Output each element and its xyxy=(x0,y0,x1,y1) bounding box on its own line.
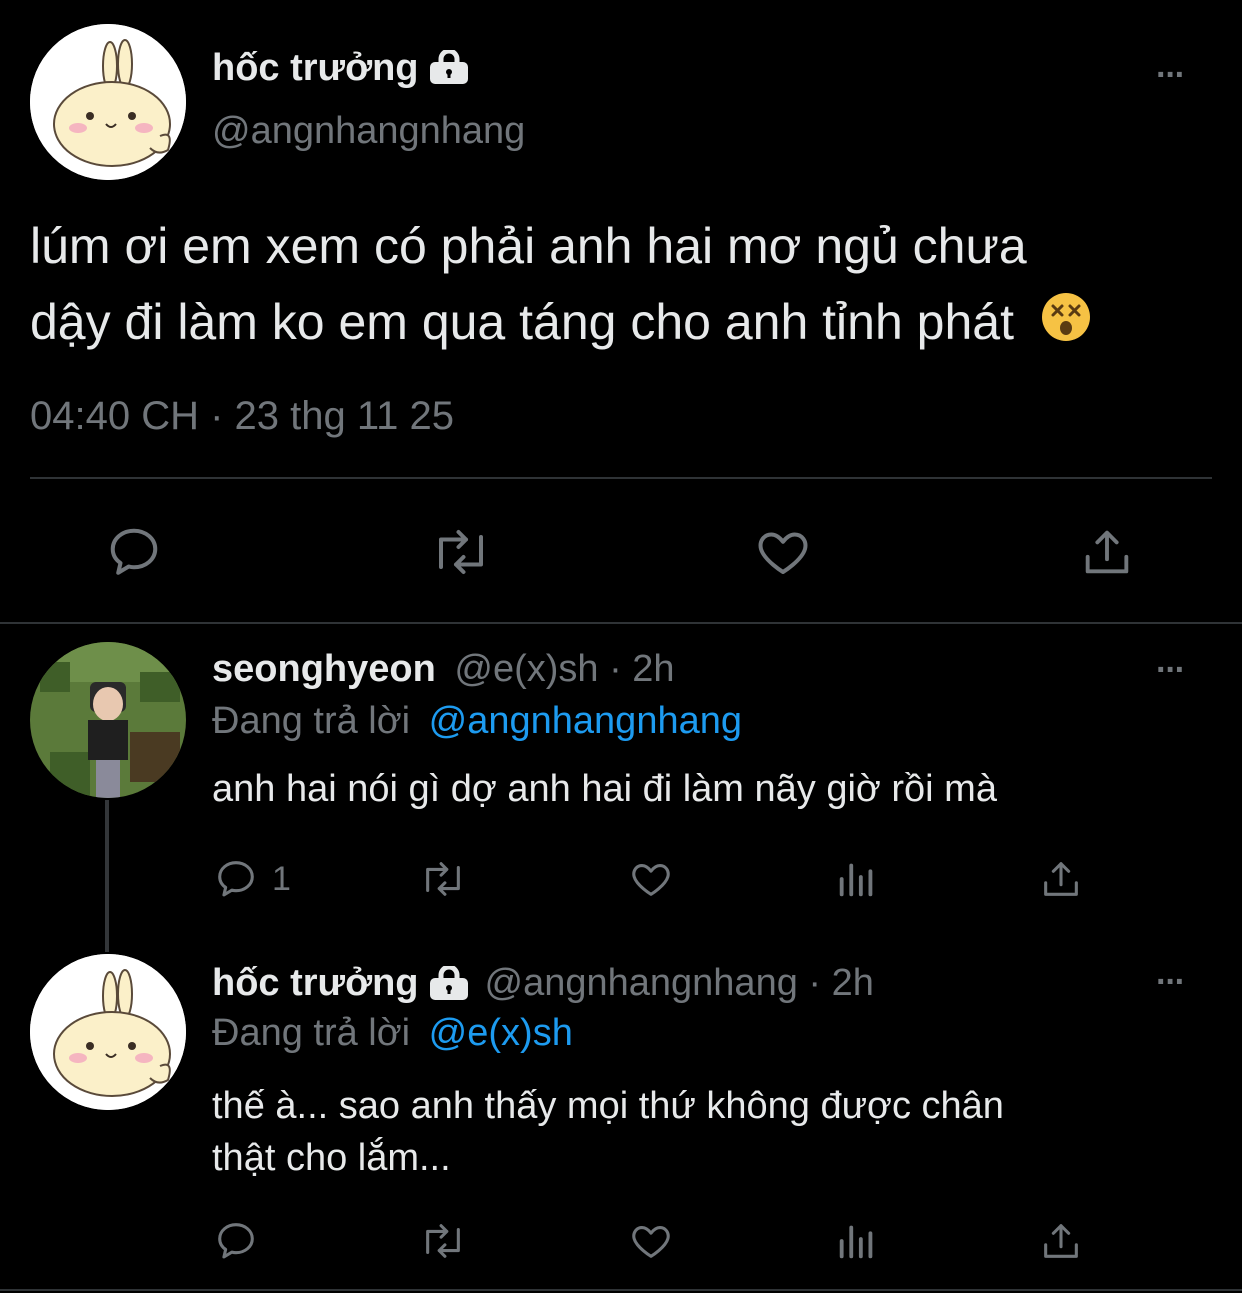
share-icon[interactable] xyxy=(1078,522,1136,582)
retweet-icon[interactable] xyxy=(416,856,470,902)
more-options-button[interactable]: ··· xyxy=(1156,56,1186,95)
reply-icon[interactable]: 1 xyxy=(212,856,291,902)
bottom-divider xyxy=(0,1289,1242,1291)
like-icon[interactable] xyxy=(626,1218,676,1264)
mention-link[interactable]: @e(x)sh xyxy=(429,1012,573,1054)
mention-link[interactable]: @angnhangnhang xyxy=(429,700,742,742)
reply-text-line-1: thế à... sao anh thấy mọi thứ không được… xyxy=(212,1085,1004,1127)
retweet-icon[interactable] xyxy=(416,1218,470,1264)
reply-header: seonghyeon @e(x)sh · 2h xyxy=(212,648,675,691)
section-divider xyxy=(0,622,1242,624)
lock-icon xyxy=(429,50,469,86)
handle[interactable]: @angnhangnhang xyxy=(212,110,525,153)
reply-icon[interactable] xyxy=(212,1218,260,1264)
tweet-text-line-2: dậy đi làm ko em qua táng cho anh tỉnh p… xyxy=(30,284,1230,364)
reply-text: thế à... sao anh thấy mọi thứ không được… xyxy=(212,1080,1004,1184)
bunny-avatar-icon xyxy=(30,954,186,1110)
avatar[interactable] xyxy=(30,642,186,798)
reply-icon[interactable] xyxy=(104,522,164,582)
reply-text-line-2: thật cho lắm... xyxy=(212,1137,451,1179)
reply-text: anh hai nói gì dợ anh hai đi làm nãy giờ… xyxy=(212,768,997,810)
views-icon[interactable] xyxy=(834,1218,880,1264)
more-options-button[interactable]: ··· xyxy=(1156,963,1186,1002)
reply-count: 1 xyxy=(272,859,291,898)
timestamp[interactable]: 04:40 CH · 23 thg 11 25 xyxy=(30,394,454,439)
reply-header: hốc trưởng @angnhangnhang · 2h xyxy=(212,962,874,1005)
lock-icon xyxy=(429,965,469,1002)
tweet-text-line-2-text: dậy đi làm ko em qua táng cho anh tỉnh p… xyxy=(30,294,1014,350)
display-name[interactable]: seonghyeon xyxy=(212,648,436,690)
retweet-icon[interactable] xyxy=(428,522,494,582)
display-name[interactable]: hốc trưởng xyxy=(212,47,419,90)
display-name[interactable]: hốc trưởng xyxy=(212,962,419,1005)
replying-prefix: Đang trả lời xyxy=(212,1012,411,1054)
views-icon[interactable] xyxy=(834,856,880,902)
like-icon[interactable] xyxy=(626,856,676,902)
dizzy-face-emoji-icon xyxy=(1040,288,1092,364)
bunny-avatar-icon xyxy=(30,24,186,180)
handle-time[interactable]: @angnhangnhang · 2h xyxy=(485,962,874,1005)
avatar[interactable] xyxy=(30,954,186,1110)
replying-prefix: Đang trả lời xyxy=(212,700,411,742)
replying-to: Đang trả lời @e(x)sh xyxy=(212,1012,573,1055)
share-icon[interactable] xyxy=(1038,1218,1084,1264)
like-icon[interactable] xyxy=(752,522,814,582)
thread-line xyxy=(105,800,109,952)
tweet-text-line-1: lúm ơi em xem có phải anh hai mơ ngủ chư… xyxy=(30,218,1027,274)
replying-to: Đang trả lời @angnhangnhang xyxy=(212,700,742,743)
minecraft-avatar-icon xyxy=(30,642,186,798)
divider xyxy=(30,477,1212,479)
tweet-text: lúm ơi em xem có phải anh hai mơ ngủ chư… xyxy=(30,208,1230,364)
avatar[interactable] xyxy=(30,24,186,180)
author-name-row: hốc trưởng xyxy=(212,44,469,92)
share-icon[interactable] xyxy=(1038,856,1084,902)
handle-time[interactable]: @e(x)sh · 2h xyxy=(454,648,674,690)
more-options-button[interactable]: ··· xyxy=(1156,651,1186,690)
